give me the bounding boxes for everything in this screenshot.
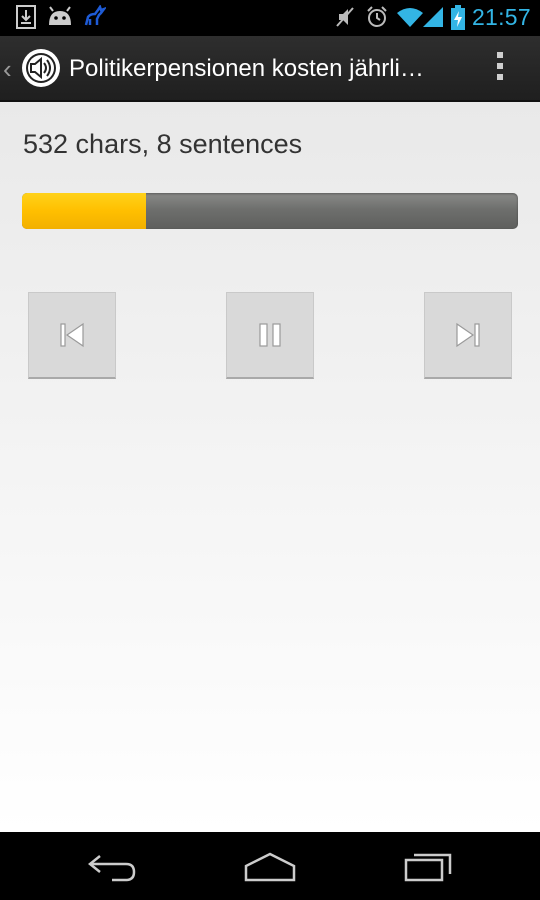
up-caret-icon[interactable]: ‹ xyxy=(3,54,12,85)
back-icon[interactable] xyxy=(86,848,138,884)
pause-button[interactable] xyxy=(226,292,314,379)
progress-fill xyxy=(22,193,146,229)
status-bar: 21:57 xyxy=(0,0,540,36)
deer-icon xyxy=(84,5,106,26)
main-content: 532 chars, 8 sentences xyxy=(0,102,540,832)
mute-icon xyxy=(336,7,354,27)
progress-bar xyxy=(22,193,518,229)
recent-apps-icon[interactable] xyxy=(402,848,456,884)
pause-icon xyxy=(259,323,281,347)
navigation-bar xyxy=(0,832,540,900)
action-bar: ‹ Politikerpensionen kosten jährli… xyxy=(0,36,540,102)
clock-time: 21:57 xyxy=(471,4,531,30)
home-icon[interactable] xyxy=(242,848,298,884)
battery-charging-icon xyxy=(451,5,465,30)
download-icon xyxy=(16,5,36,29)
skip-previous-icon xyxy=(60,322,84,348)
app-speaker-icon[interactable] xyxy=(21,48,61,88)
page-title: Politikerpensionen kosten jährli… xyxy=(69,55,424,82)
alarm-icon xyxy=(367,6,387,27)
previous-button[interactable] xyxy=(28,292,116,379)
wifi-icon xyxy=(397,8,423,27)
overflow-menu-icon[interactable] xyxy=(492,52,508,86)
android-icon xyxy=(49,6,71,25)
next-button[interactable] xyxy=(424,292,512,379)
signal-icon xyxy=(423,7,443,27)
text-stats: 532 chars, 8 sentences xyxy=(23,129,303,159)
skip-next-icon xyxy=(456,322,480,348)
